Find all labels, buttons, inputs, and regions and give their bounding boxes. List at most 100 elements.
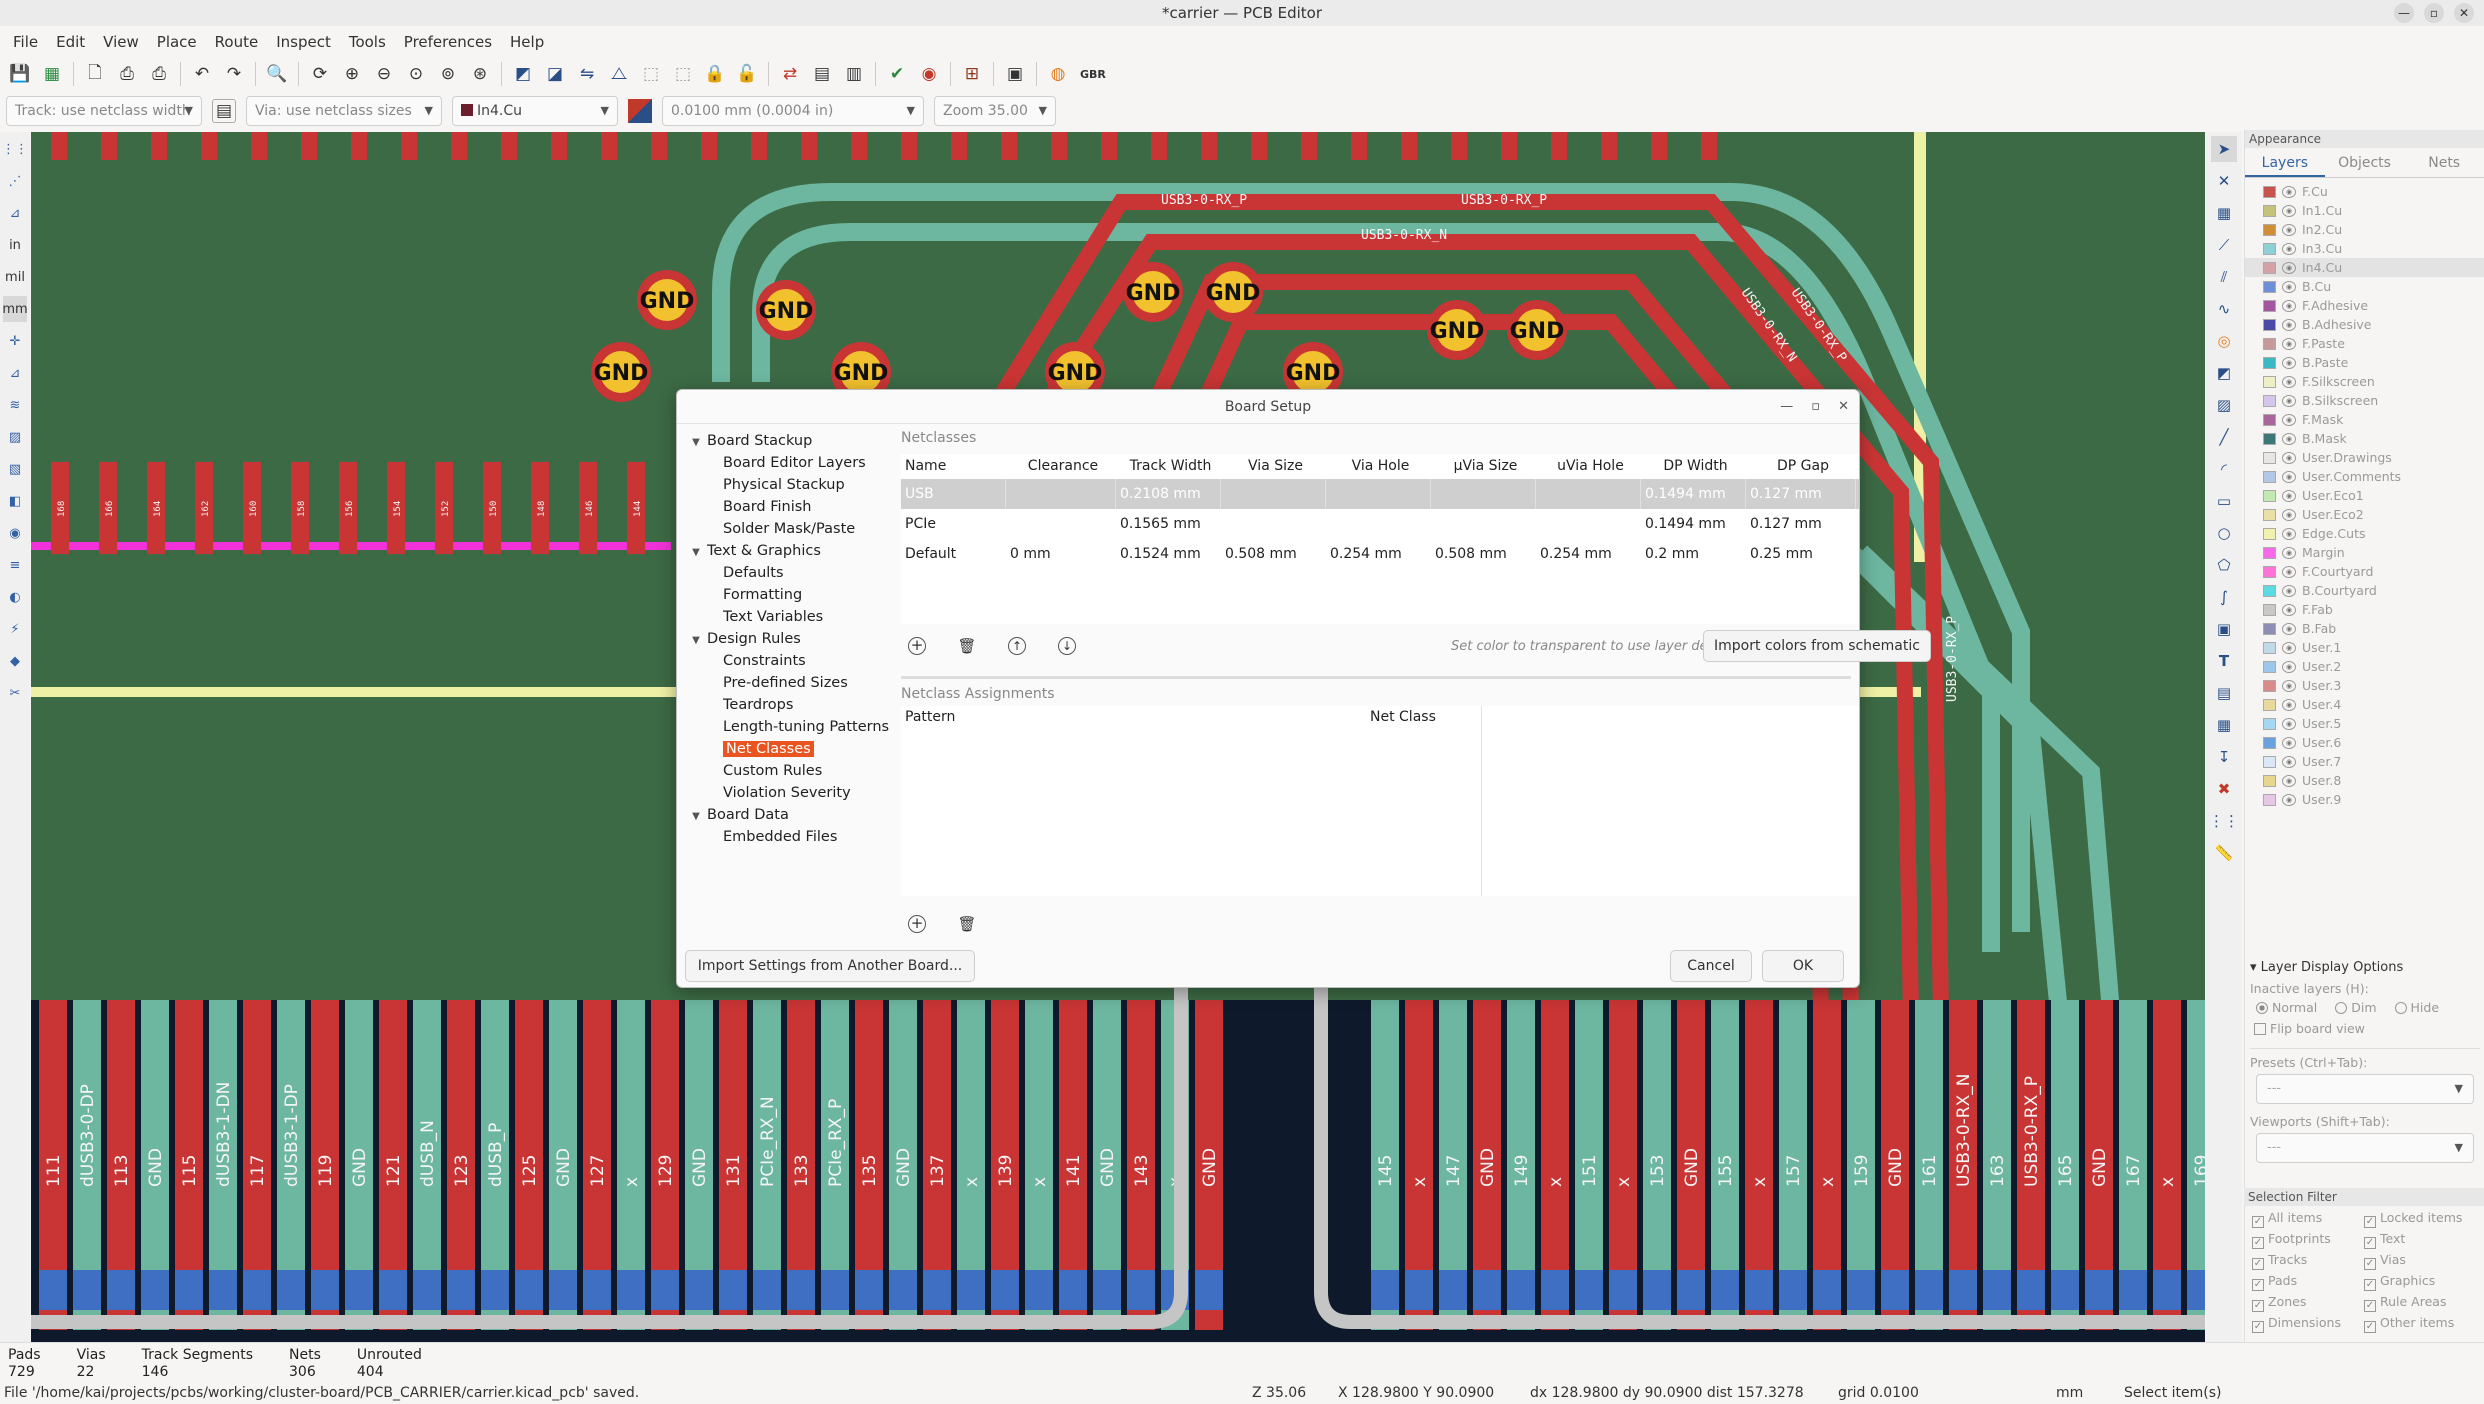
add-footprint-icon[interactable]: ▦ [2211,200,2237,226]
netclass-cell[interactable]: 0.127 mm [1746,479,1856,509]
layer-color-swatch[interactable] [2263,679,2276,692]
page-settings-icon[interactable]: 🗋 [81,60,109,88]
board-stats-icon[interactable]: ◉ [915,60,943,88]
layer-color-swatch[interactable] [2263,337,2276,350]
tree-item[interactable]: Board Finish [685,496,890,518]
add-netclass-button[interactable]: + [901,632,933,660]
layer-row[interactable]: ◉ User.Eco1 [2245,486,2484,505]
move-up-button[interactable]: ↑ [1001,632,1033,660]
netclass-cell[interactable]: 0.254 mm [1536,539,1641,569]
flip-icon[interactable]: ⇋ [573,60,601,88]
eye-icon[interactable]: ◉ [2282,546,2296,559]
splitter[interactable] [901,676,1851,679]
layer-color-swatch[interactable] [2263,508,2276,521]
column-header[interactable]: Track Width [1116,454,1221,479]
zone-outline-icon[interactable]: ▧ [3,456,27,482]
group-icon[interactable]: ⬚ [637,60,665,88]
update-from-schematic-icon[interactable]: ⇄ [776,60,804,88]
layer-color-swatch[interactable] [2263,185,2276,198]
eye-icon[interactable]: ◉ [2282,717,2296,730]
selection-filter-checkbox[interactable]: ✓ Graphics [2364,1273,2476,1291]
selection-filter-checkbox[interactable]: ✓ Pads [2252,1273,2364,1291]
selection-filter-checkbox[interactable]: ✓ Text [2364,1231,2476,1249]
refresh-icon[interactable]: ⟳ [306,60,334,88]
tree-item[interactable]: Custom Rules [685,760,890,782]
tree-item[interactable]: Text Variables [685,606,890,628]
layer-color-swatch[interactable] [2263,641,2276,654]
layer-row[interactable]: ◉ F.Fab [2245,600,2484,619]
delete-netclass-button[interactable]: 🗑 [951,632,983,660]
lock-icon[interactable]: 🔒 [701,60,729,88]
selection-filter-checkbox[interactable]: ✓ Tracks [2252,1252,2364,1270]
add-rule-area-icon[interactable]: ▨ [2211,392,2237,418]
layer-color-swatch[interactable] [2263,204,2276,217]
layer-row[interactable]: ◉ In1.Cu [2245,201,2484,220]
netclass-cell[interactable]: 0.2108 mm [1116,479,1221,509]
layer-row[interactable]: ◉ User.2 [2245,657,2484,676]
netclass-cell[interactable] [1326,479,1431,509]
tree-item[interactable]: Physical Stackup [685,474,890,496]
mirror-icon[interactable]: ⧍ [605,60,633,88]
layer-row[interactable]: ◉ F.Paste [2245,334,2484,353]
netclass-cell[interactable]: 0.1494 mm [1641,479,1746,509]
layer-color-swatch[interactable] [2263,603,2276,616]
netclass-cell[interactable]: PCIe [901,509,1006,539]
close-window-button[interactable]: ✕ [2454,3,2474,23]
menu-route[interactable]: Route [206,28,268,56]
layer-row[interactable]: ◉ User.5 [2245,714,2484,733]
netclass-cell[interactable]: 0.508 mm [1431,539,1536,569]
netclass-cell[interactable] [1431,479,1536,509]
eye-icon[interactable]: ◉ [2282,660,2296,673]
draw-bezier-icon[interactable]: ∫ [2211,584,2237,610]
layer-row[interactable]: ◉ Margin [2245,543,2484,562]
layer-row[interactable]: ◉ User.4 [2245,695,2484,714]
draw-circle-icon[interactable]: ○ [2211,520,2237,546]
layer-row[interactable]: ◉ B.Adhesive [2245,315,2484,334]
dialog-close-icon[interactable]: ✕ [1838,390,1849,424]
tree-item[interactable]: ▼ Board Stackup [685,430,890,452]
layer-row[interactable]: ◉ User.6 [2245,733,2484,752]
eye-icon[interactable]: ◉ [2282,679,2296,692]
layer-color-swatch[interactable] [2263,717,2276,730]
via-size-select[interactable]: Via: use netclass sizes ▼ [246,96,442,126]
layer-color-swatch[interactable] [2263,489,2276,502]
rotate-cw-icon[interactable]: ◪ [541,60,569,88]
layer-color-swatch[interactable] [2263,375,2276,388]
inactive-hide-radio[interactable]: Hide [2394,1000,2439,1015]
layer-row[interactable]: ◉ User.9 [2245,790,2484,809]
grid-toggle-icon[interactable]: ⋮⋮ [2,136,28,162]
netclass-row[interactable]: Default 0 mm 0.1524 mm 0.508 mm 0.254 mm 0.50… [901,539,1859,569]
flip-board-checkbox[interactable]: Flip board view [2254,1021,2480,1036]
tree-item[interactable]: Embedded Files [685,826,890,848]
select-icon[interactable]: ➤ [2211,136,2237,162]
tree-item[interactable]: Teardrops [685,694,890,716]
eye-icon[interactable]: ◉ [2282,774,2296,787]
netclass-cell[interactable]: 0.127 mm [1746,509,1856,539]
layer-color-swatch[interactable] [2263,527,2276,540]
presets-select[interactable]: --- ▼ [2256,1074,2474,1104]
polar-coords-icon[interactable]: ⊿ [3,200,27,226]
grid-select[interactable]: 0.0100 mm (0.0004 in) ▼ [662,96,924,126]
layer-row[interactable]: ◉ In3.Cu [2245,239,2484,258]
layer-color-swatch[interactable] [2263,451,2276,464]
ratsnest-icon[interactable]: ⊿ [3,360,27,386]
layer-color-swatch[interactable] [2263,223,2276,236]
footprint-browser-icon[interactable]: ▥ [840,60,868,88]
netclass-cell[interactable]: Default [901,539,1006,569]
delete-icon[interactable]: ✖ [2211,776,2237,802]
layer-color-swatch[interactable] [2263,622,2276,635]
selection-filter-checkbox[interactable]: ✓ Rule Areas [2364,1294,2476,1312]
netclass-cell[interactable] [1221,479,1326,509]
netclass-cell[interactable]: 0.254 mm [1326,539,1431,569]
column-header[interactable]: μVia Size [1431,454,1536,479]
eye-icon[interactable]: ◉ [2282,622,2296,635]
layer-color-swatch[interactable] [2263,280,2276,293]
eye-icon[interactable]: ◉ [2282,413,2296,426]
netclass-cell[interactable] [1536,479,1641,509]
layer-color-swatch[interactable] [2263,698,2276,711]
dialog-minimize-icon[interactable]: — [1780,390,1793,424]
add-textbox-icon[interactable]: ▤ [2211,680,2237,706]
column-header[interactable]: Via Size [1221,454,1326,479]
layer-color-swatch[interactable] [2263,470,2276,483]
pad-fill-icon[interactable]: ◧ [3,488,27,514]
